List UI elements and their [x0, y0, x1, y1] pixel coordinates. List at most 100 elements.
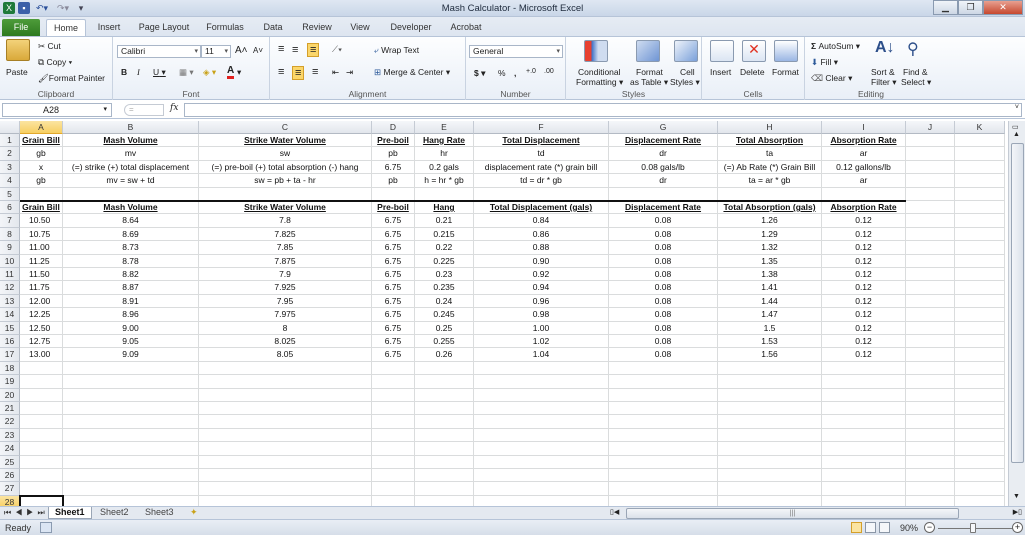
- data-cell[interactable]: 0.12: [822, 268, 906, 282]
- data-cell[interactable]: 7.925: [199, 281, 372, 295]
- formula-cell[interactable]: ar: [822, 174, 906, 188]
- vertical-scrollbar[interactable]: ▭ ▲ ▼: [1008, 121, 1025, 506]
- cell[interactable]: [906, 442, 955, 456]
- formula-cell[interactable]: (=) strike (+) total displacement: [63, 160, 199, 175]
- cell[interactable]: [906, 455, 955, 469]
- cell[interactable]: [609, 415, 718, 429]
- cell[interactable]: [415, 455, 474, 469]
- wrap-text-button[interactable]: ⤶ Wrap Text: [374, 45, 419, 56]
- data-cell[interactable]: 0.08: [609, 227, 718, 242]
- data-cell[interactable]: 7.975: [199, 308, 372, 322]
- data-cell[interactable]: 0.84: [474, 214, 609, 228]
- zoom-level[interactable]: 90%: [900, 523, 918, 533]
- formula-cell[interactable]: 0.08 gals/lb: [609, 160, 718, 175]
- cell[interactable]: [822, 415, 906, 429]
- percent-button[interactable]: %: [498, 68, 506, 78]
- cell[interactable]: [955, 308, 1005, 322]
- data-cell[interactable]: 8.73: [63, 241, 199, 255]
- align-bottom-icon[interactable]: ≡: [307, 43, 320, 57]
- increase-indent-icon[interactable]: ⇥: [346, 67, 353, 78]
- row-header-14[interactable]: 14: [0, 308, 20, 322]
- data-cell[interactable]: 0.12: [822, 294, 906, 309]
- cell[interactable]: [199, 455, 372, 469]
- header-cell[interactable]: Total Absorption: [718, 134, 822, 148]
- cell[interactable]: [63, 187, 199, 201]
- formula-cell[interactable]: td = dr * gb: [474, 174, 609, 188]
- cell[interactable]: [718, 482, 822, 496]
- data-cell[interactable]: 0.08: [609, 321, 718, 335]
- cell[interactable]: [718, 187, 822, 201]
- cell[interactable]: [199, 361, 372, 376]
- cell[interactable]: [415, 428, 474, 443]
- cell[interactable]: [906, 482, 955, 496]
- data-cell[interactable]: 0.90: [474, 254, 609, 268]
- formula-cell[interactable]: x: [20, 160, 63, 175]
- split-box[interactable]: ▭: [1012, 123, 1019, 131]
- row-header-2[interactable]: 2: [0, 147, 20, 161]
- align-center-icon[interactable]: ≡: [292, 66, 305, 80]
- data-cell[interactable]: 8.82: [63, 268, 199, 282]
- data-cell[interactable]: 0.255: [415, 335, 474, 349]
- data-cell[interactable]: 0.08: [609, 281, 718, 295]
- tab-home[interactable]: Home: [46, 19, 86, 36]
- cell[interactable]: [955, 495, 1005, 506]
- formula-cell[interactable]: pb: [372, 147, 415, 161]
- cell[interactable]: [822, 402, 906, 416]
- formula-cell[interactable]: (=) pre-boil (+) total absorption (-) ha…: [199, 160, 372, 175]
- header-cell[interactable]: Total Absorption (gals): [718, 201, 822, 215]
- cell[interactable]: [20, 388, 63, 402]
- formula-input[interactable]: ˅: [184, 103, 1022, 117]
- row-header-21[interactable]: 21: [0, 402, 20, 416]
- close-button[interactable]: ✕: [983, 0, 1023, 15]
- align-right-icon[interactable]: ≡: [312, 66, 318, 78]
- tab-acrobat[interactable]: Acrobat: [445, 19, 487, 36]
- data-cell[interactable]: 1.00: [474, 321, 609, 335]
- cell[interactable]: [955, 268, 1005, 282]
- cell[interactable]: [474, 495, 609, 506]
- data-cell[interactable]: 1.5: [718, 321, 822, 335]
- cell[interactable]: [906, 388, 955, 402]
- cell[interactable]: [822, 455, 906, 469]
- cell[interactable]: [822, 361, 906, 376]
- cell[interactable]: [199, 402, 372, 416]
- cell[interactable]: [906, 227, 955, 242]
- cell[interactable]: [199, 388, 372, 402]
- fill-color-icon[interactable]: ◈ ▾: [203, 67, 216, 78]
- data-cell[interactable]: 1.26: [718, 214, 822, 228]
- data-cell[interactable]: 7.9: [199, 268, 372, 282]
- data-cell[interactable]: 7.85: [199, 241, 372, 255]
- data-cell[interactable]: 9.09: [63, 348, 199, 362]
- cell[interactable]: [609, 495, 718, 506]
- cell[interactable]: [955, 214, 1005, 228]
- tab-page-layout[interactable]: Page Layout: [134, 19, 194, 36]
- cell[interactable]: [415, 187, 474, 201]
- cell[interactable]: [372, 455, 415, 469]
- column-header-h[interactable]: H: [718, 121, 822, 134]
- row-header-12[interactable]: 12: [0, 281, 20, 295]
- data-cell[interactable]: 0.21: [415, 214, 474, 228]
- align-left-icon[interactable]: ≡: [278, 66, 284, 78]
- insert-sheet-icon[interactable]: ✦: [184, 507, 204, 519]
- data-cell[interactable]: 0.12: [822, 214, 906, 228]
- data-cell[interactable]: 8.05: [199, 348, 372, 362]
- cell[interactable]: [474, 187, 609, 201]
- header-cell[interactable]: Mash Volume: [63, 201, 199, 215]
- cell[interactable]: [955, 482, 1005, 496]
- cell[interactable]: [609, 187, 718, 201]
- data-cell[interactable]: 0.12: [822, 254, 906, 268]
- scroll-up-arrow[interactable]: ▲: [1013, 131, 1020, 138]
- cell[interactable]: [955, 348, 1005, 362]
- cell[interactable]: [415, 482, 474, 496]
- cell[interactable]: [63, 469, 199, 483]
- cell[interactable]: [415, 495, 474, 506]
- formula-cell[interactable]: sw: [199, 147, 372, 161]
- horizontal-scrollbar[interactable]: ▯◀ ||| ▶▯: [610, 508, 1022, 519]
- cell[interactable]: [63, 442, 199, 456]
- row-header-18[interactable]: 18: [0, 361, 20, 376]
- column-header-k[interactable]: K: [955, 121, 1005, 134]
- data-cell[interactable]: 11.25: [20, 254, 63, 268]
- data-cell[interactable]: 0.12: [822, 241, 906, 255]
- column-header-b[interactable]: B: [63, 121, 199, 134]
- cell[interactable]: [415, 361, 474, 376]
- cell[interactable]: [63, 361, 199, 376]
